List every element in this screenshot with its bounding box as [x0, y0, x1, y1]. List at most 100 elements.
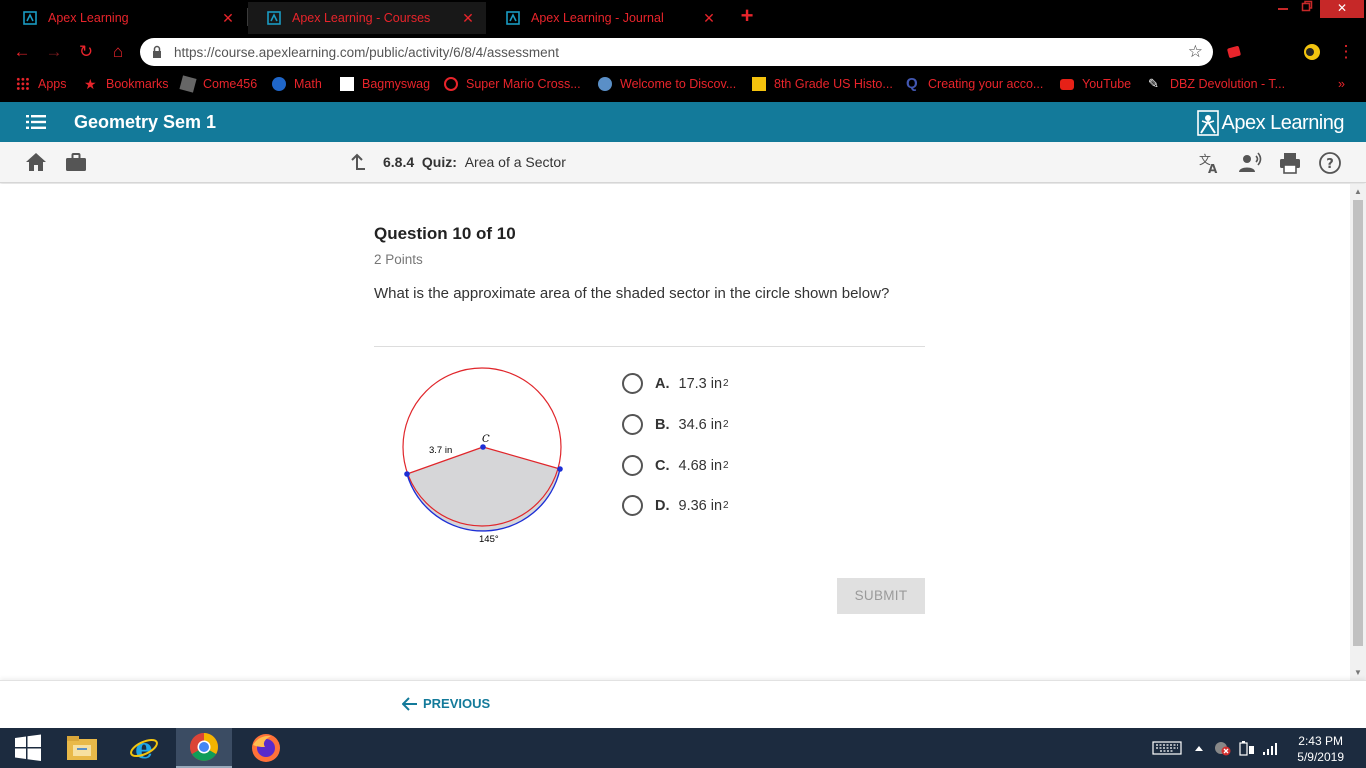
home-icon[interactable] — [25, 152, 47, 172]
submit-button[interactable]: SUBMIT — [837, 578, 925, 614]
bookmark-youtube[interactable]: YouTube — [1060, 77, 1131, 91]
previous-button[interactable]: PREVIOUS — [402, 696, 490, 711]
course-title: Geometry Sem 1 — [74, 112, 217, 132]
mario-icon — [444, 77, 458, 91]
bookmarks-bar: Apps ★ Bookmarks Come456 Math Bagmyswag S… — [0, 70, 1366, 102]
choice-d[interactable]: D. 9.36 in 2 — [622, 495, 729, 516]
text-to-speech-icon[interactable] — [1238, 151, 1262, 175]
internet-explorer-icon[interactable]: e — [116, 728, 172, 768]
activity-toolbar: 6.8.4 Quiz: Area of a Sector 文A ? — [0, 142, 1366, 183]
tab-apex-learning[interactable]: Apex Learning ✕ — [4, 2, 246, 34]
question-points: 2 Points — [374, 252, 423, 267]
activity-breadcrumb: 6.8.4 Quiz: Area of a Sector — [383, 154, 566, 170]
bookmark-bookmarks[interactable]: ★ Bookmarks — [84, 77, 169, 91]
radio-button[interactable] — [622, 495, 643, 516]
bookmark-creating-account[interactable]: Q Creating your acco... — [906, 76, 1043, 91]
page-scrollbar[interactable]: ▲ ▼ — [1350, 184, 1366, 680]
network-signal-icon[interactable] — [1262, 740, 1280, 756]
svg-text:A: A — [1208, 162, 1218, 175]
bookmark-dbz[interactable]: ✎ DBZ Devolution - T... — [1148, 76, 1285, 92]
choice-value: 9.36 in — [678, 497, 723, 514]
print-icon[interactable] — [1278, 151, 1302, 175]
briefcase-icon[interactable] — [65, 153, 87, 172]
classroom-icon — [752, 77, 766, 91]
extension-icon[interactable] — [1226, 44, 1242, 60]
bookmark-super-mario[interactable]: Super Mario Cross... — [444, 77, 581, 91]
more-bookmarks-icon[interactable]: » — [1338, 77, 1345, 91]
choice-a[interactable]: A. 17.3 in 2 — [622, 373, 729, 394]
radio-button[interactable] — [622, 414, 643, 435]
menu-icon[interactable] — [26, 115, 46, 129]
question-prompt: What is the approximate area of the shad… — [374, 285, 890, 302]
battery-plug-icon[interactable] — [1238, 740, 1256, 756]
radio-button[interactable] — [622, 455, 643, 476]
shaded-sector — [407, 447, 560, 531]
apps-grid-icon — [16, 77, 30, 91]
back-icon[interactable]: ← — [12, 42, 32, 62]
arc-angle-label: 145° — [479, 534, 499, 545]
security-alert-icon[interactable] — [1214, 740, 1232, 756]
up-level-icon[interactable] — [348, 153, 366, 171]
center-label: C — [482, 434, 490, 445]
clock-date: 5/9/2019 — [1297, 750, 1344, 764]
scroll-down-icon[interactable]: ▼ — [1354, 668, 1362, 677]
activity-type: Quiz: — [421, 154, 457, 170]
question-number: Question 10 of 10 — [374, 224, 516, 243]
forward-icon[interactable]: → — [44, 42, 64, 62]
tab-apex-learning-journal[interactable]: Apex Learning - Journal ✕ — [487, 2, 727, 34]
endpoint-right — [557, 466, 563, 472]
globe-icon — [598, 77, 612, 91]
previous-label: PREVIOUS — [423, 696, 491, 711]
browser-menu-icon[interactable]: ⋮ — [1336, 42, 1356, 62]
question-content: Question 10 of 10 2 Points What is the a… — [0, 184, 1350, 680]
roblox-icon — [179, 75, 197, 93]
profile-avatar-icon[interactable] — [1304, 44, 1320, 60]
system-clock[interactable]: 2:43 PM 5/9/2019 — [1297, 733, 1344, 765]
bookmark-math[interactable]: Math — [272, 77, 322, 91]
radius-label: 3.7 in — [429, 445, 452, 456]
tab-apex-learning-courses[interactable]: Apex Learning - Courses ✕ — [248, 2, 486, 34]
apex-favicon-icon — [266, 10, 282, 26]
endpoint-left — [404, 471, 410, 477]
url-text: https://course.apexlearning.com/public/a… — [174, 45, 559, 60]
tab-title: Apex Learning — [48, 11, 129, 25]
bag-icon — [340, 77, 354, 91]
bookmark-star-icon[interactable]: ☆ — [1188, 42, 1203, 62]
choice-b[interactable]: B. 34.6 in 2 — [622, 414, 729, 435]
close-tab-icon[interactable]: ✕ — [701, 10, 717, 27]
close-tab-icon[interactable]: ✕ — [220, 10, 236, 27]
bookmark-bagmyswag[interactable]: Bagmyswag — [340, 77, 430, 91]
restore-icon[interactable] — [1292, 0, 1322, 18]
file-explorer-icon[interactable] — [54, 728, 110, 768]
close-window-icon[interactable]: ✕ — [1320, 0, 1364, 18]
address-bar[interactable]: https://course.apexlearning.com/public/a… — [140, 38, 1213, 66]
lock-icon — [153, 45, 161, 58]
scrollbar-thumb[interactable] — [1353, 200, 1363, 646]
svg-text:e: e — [135, 733, 153, 763]
scroll-up-icon[interactable]: ▲ — [1354, 187, 1362, 196]
bookmark-apps[interactable]: Apps — [16, 77, 67, 91]
bookmark-discovery[interactable]: Welcome to Discov... — [598, 77, 736, 91]
star-icon: ★ — [84, 76, 97, 92]
translate-icon[interactable]: 文A — [1198, 151, 1222, 175]
firefox-icon[interactable] — [238, 728, 294, 768]
bookmark-us-history[interactable]: 8th Grade US Histo... — [752, 77, 893, 91]
navigation-footer: PREVIOUS — [0, 680, 1366, 728]
keyboard-icon[interactable] — [1152, 740, 1182, 756]
home-browser-icon[interactable]: ⌂ — [108, 42, 128, 62]
close-tab-icon[interactable]: ✕ — [460, 10, 476, 27]
new-tab-icon[interactable]: + — [736, 5, 758, 28]
windows-start-icon[interactable] — [0, 728, 56, 768]
arrow-left-icon — [402, 696, 417, 711]
bookmark-come456[interactable]: Come456 — [179, 75, 257, 93]
chrome-icon[interactable] — [176, 728, 232, 768]
browser-tab-strip: Apex Learning ✕ Apex Learning - Courses … — [0, 0, 1366, 34]
choice-c[interactable]: C. 4.68 in 2 — [622, 455, 729, 476]
radio-button[interactable] — [622, 373, 643, 394]
reload-icon[interactable]: ↻ — [76, 42, 96, 62]
center-point — [480, 444, 486, 450]
show-hidden-icons-icon[interactable] — [1194, 740, 1204, 756]
apex-logo-icon — [1196, 110, 1219, 136]
pen-icon: ✎ — [1148, 76, 1159, 91]
help-icon[interactable]: ? — [1318, 151, 1342, 175]
